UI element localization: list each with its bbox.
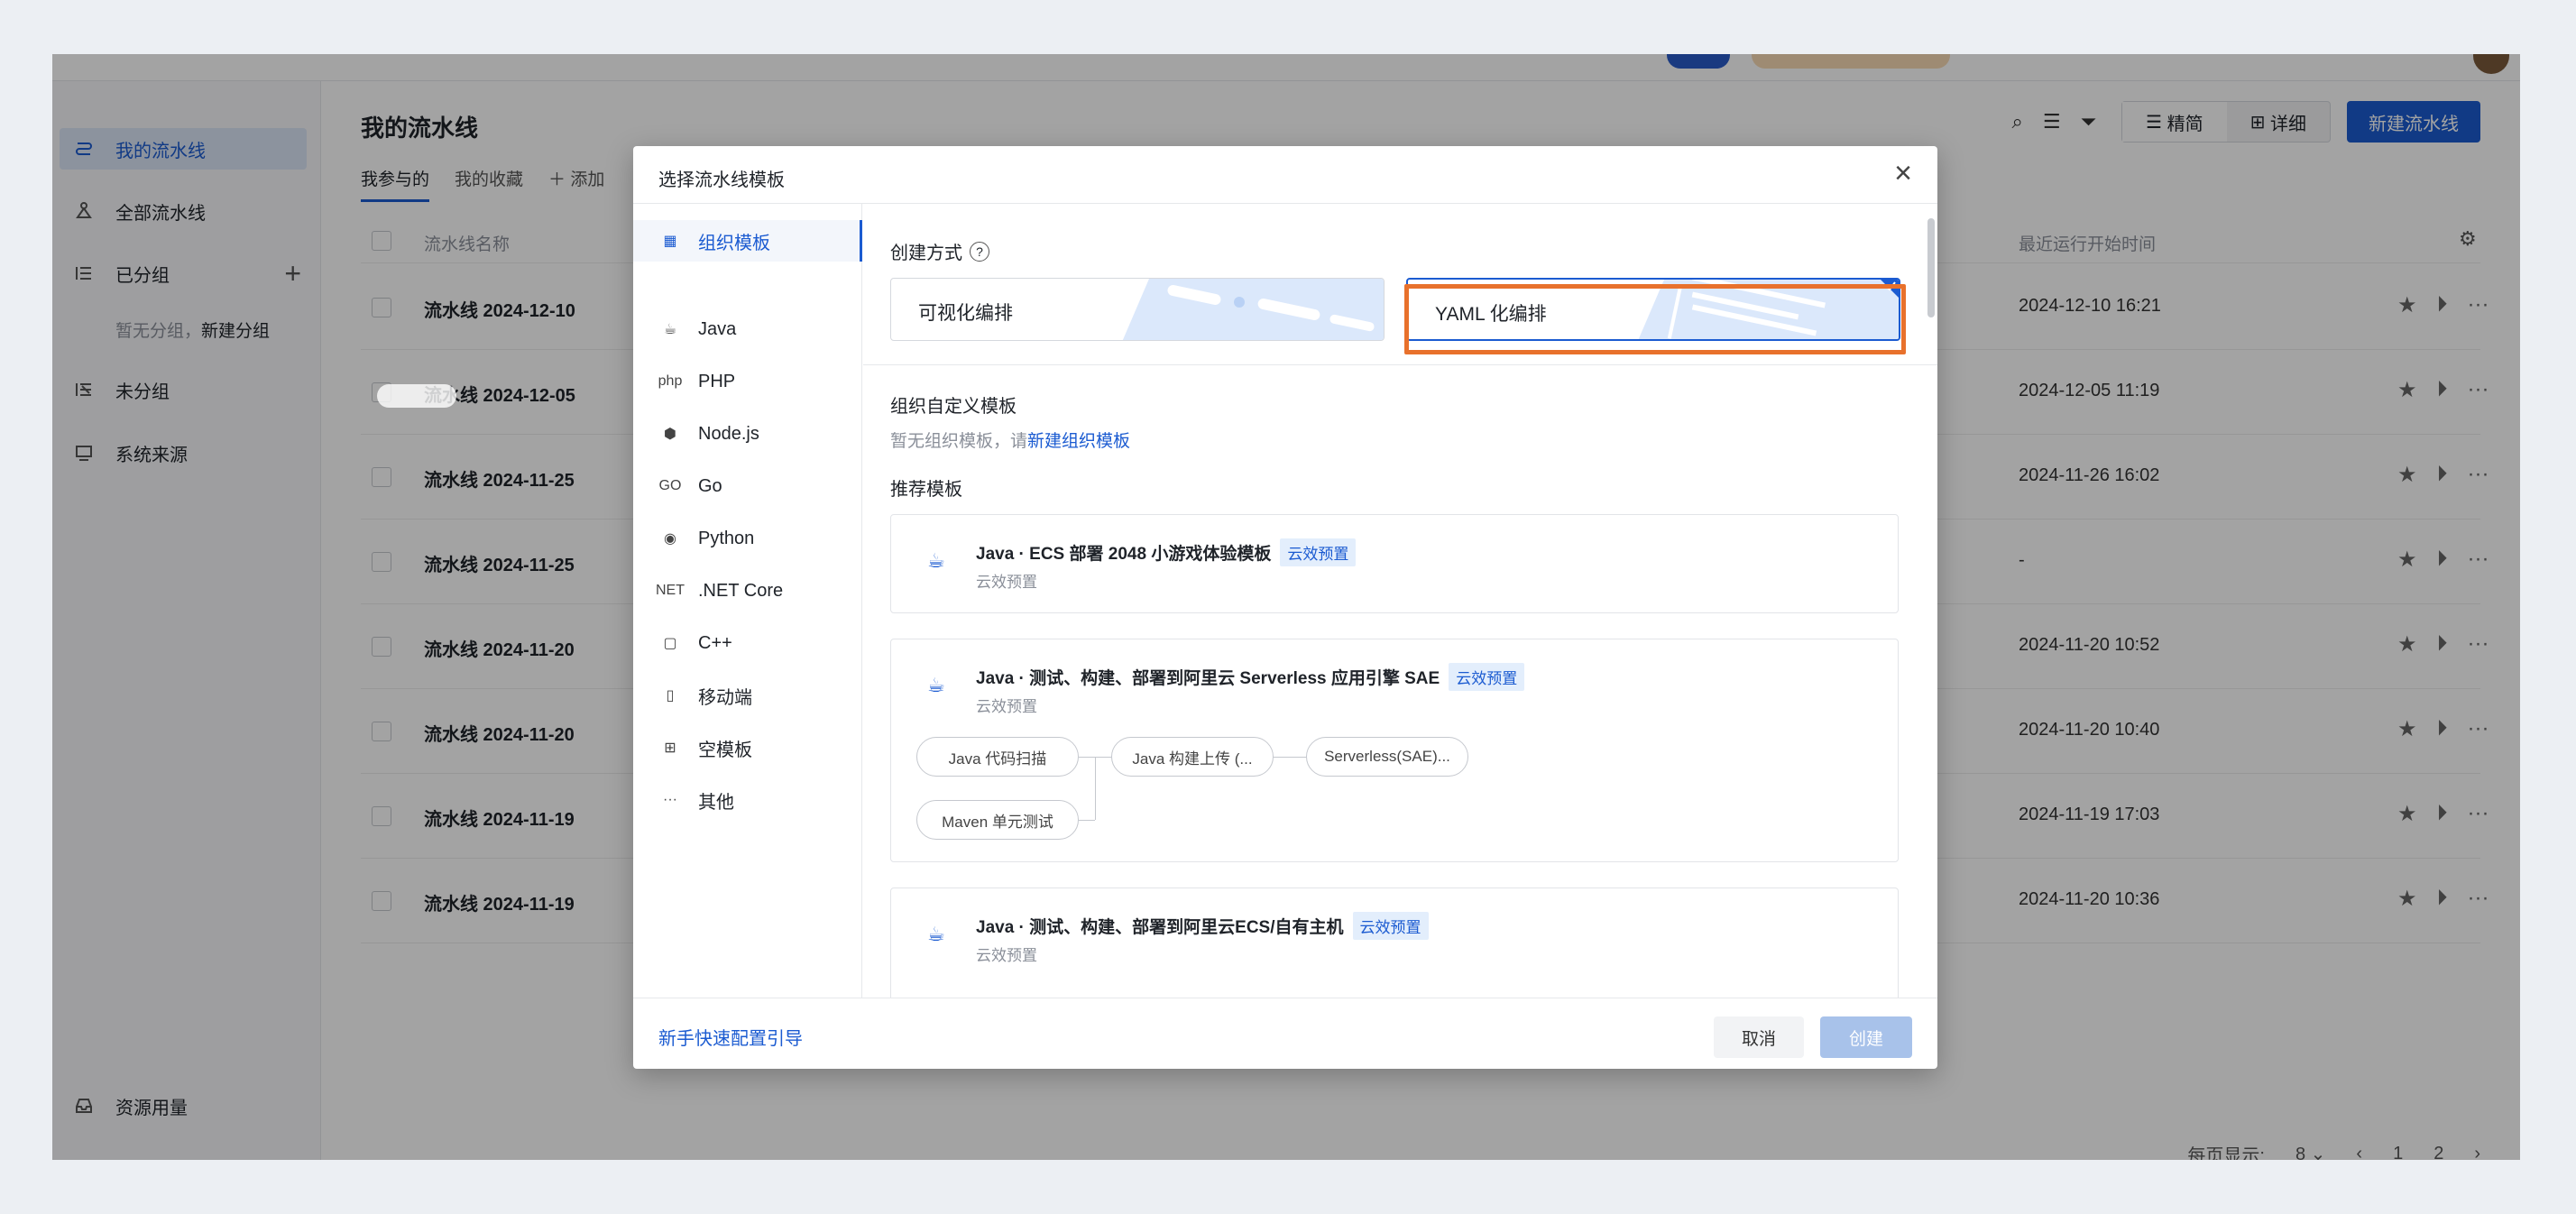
java-icon: ☕ <box>927 549 945 572</box>
create-button[interactable]: 创建 <box>1820 1016 1912 1058</box>
recommended-section: 推荐模板 <box>890 480 962 500</box>
mobile-icon: ▯ <box>666 688 675 704</box>
php-icon: php <box>658 373 683 389</box>
pipeline-step: Java 构建上传 (... <box>1111 737 1274 777</box>
quick-guide-link[interactable]: 新手快速配置引导 <box>658 1024 803 1050</box>
category-label: Java <box>698 318 737 339</box>
tooltip-pill <box>377 384 456 408</box>
mode-yaml-label: YAML 化编排 <box>1435 304 1547 325</box>
template-card[interactable]: ☕ Java · 测试、构建、部署到阿里云 Serverless 应用引擎 SA… <box>890 639 1899 862</box>
pipeline-step: Java 代码扫描 <box>916 737 1079 777</box>
category-label: Node.js <box>698 423 759 444</box>
category-dotnet[interactable]: NET .NET Core <box>633 570 862 612</box>
blank-template-icon: ⊞ <box>664 740 676 756</box>
template-title: Java · 测试、构建、部署到阿里云ECS/自有主机 <box>976 918 1344 937</box>
category-label: 其他 <box>698 792 734 813</box>
category-go[interactable]: GO Go <box>633 465 862 507</box>
category-grid[interactable]: ▦ 组织模板 <box>633 220 862 262</box>
template-card[interactable]: ☕ Java · ECS 部署 2048 小游戏体验模板 云效预置 云效预置 <box>890 514 1899 613</box>
app-window: 我的流水线 全部流水线 已分组 + 暂无分组，新建分组 未分组 系统来源 资源用… <box>52 54 2520 1160</box>
template-subtitle: 云效预置 <box>976 574 1037 591</box>
scrollbar-thumb[interactable] <box>1927 218 1935 317</box>
template-title: Java · ECS 部署 2048 小游戏体验模板 <box>976 545 1272 564</box>
template-subtitle: 云效预置 <box>976 947 1037 964</box>
modal-footer: 新手快速配置引导 取消 创建 <box>633 998 1937 1069</box>
divider <box>863 364 1937 365</box>
category-python[interactable]: ◉ Python <box>633 518 862 559</box>
template-card[interactable]: ☕ Java · 测试、构建、部署到阿里云ECS/自有主机 云效预置 云效预置 <box>890 888 1899 998</box>
template-subtitle: 云效预置 <box>976 698 1037 715</box>
more-icon: ··· <box>663 792 677 807</box>
go-icon: GO <box>658 478 682 493</box>
category-java[interactable]: ☕ Java <box>633 308 862 350</box>
category-php[interactable]: php PHP <box>633 361 862 402</box>
dotnet-icon: NET <box>656 583 685 598</box>
help-icon[interactable]: ? <box>970 241 989 262</box>
category-mobile[interactable]: ▯ 移动端 <box>633 675 862 716</box>
category-label: PHP <box>698 371 736 391</box>
pipeline-step: Maven 单元测试 <box>916 800 1079 840</box>
category-blank-template[interactable]: ⊞ 空模板 <box>633 727 862 768</box>
cpp-icon: ▢ <box>663 636 677 651</box>
step-connector <box>1274 757 1306 758</box>
category-label: C++ <box>698 632 732 653</box>
new-org-template-link[interactable]: 新建组织模板 <box>1027 432 1130 451</box>
cancel-button[interactable]: 取消 <box>1714 1016 1804 1058</box>
custom-template-section: 组织自定义模板 <box>890 397 1017 417</box>
java-icon: ☕ <box>927 923 945 945</box>
category-cpp[interactable]: ▢ C++ <box>633 622 862 664</box>
template-title: Java · 测试、构建、部署到阿里云 Serverless 应用引擎 SAE <box>976 669 1440 688</box>
modal-header: 选择流水线模板 × <box>633 146 1937 204</box>
custom-template-note: 暂无组织模板，请新建组织模板 <box>890 432 1131 451</box>
template-category-list: ▦ 组织模板 ☕ Java php PHP ⬢ Node.js GO Go ◉ Python NET .N… <box>633 204 862 998</box>
modal-title: 选择流水线模板 <box>658 170 785 190</box>
visual-illustration <box>1122 279 1384 340</box>
close-icon[interactable]: × <box>1894 157 1912 189</box>
step-connector <box>1095 757 1096 820</box>
template-tag: 云效预置 <box>1280 538 1357 566</box>
mode-visual-label: 可视化编排 <box>918 303 1013 324</box>
category-label: 移动端 <box>698 687 752 708</box>
category-more[interactable]: ··· 其他 <box>633 779 862 821</box>
category-label: 组织模板 <box>698 233 770 253</box>
category-label: Python <box>698 528 755 548</box>
step-connector <box>1079 820 1095 821</box>
java-icon: ☕ <box>663 322 677 337</box>
nodejs-icon: ⬢ <box>664 427 676 442</box>
template-tag: 云效预置 <box>1449 663 1525 691</box>
create-mode-label: 创建方式 ? <box>890 238 989 264</box>
mode-visual-card[interactable]: 可视化编排 <box>890 278 1385 341</box>
category-label: .NET Core <box>698 580 784 601</box>
grid-icon: ▦ <box>663 234 677 249</box>
java-icon: ☕ <box>927 674 945 696</box>
category-label: Go <box>698 475 722 496</box>
pipeline-step: Serverless(SAE)... <box>1306 737 1468 777</box>
modal-scrollbar[interactable] <box>1925 204 1937 998</box>
template-tag: 云效预置 <box>1352 912 1429 940</box>
category-label: 空模板 <box>698 740 752 760</box>
category-nodejs[interactable]: ⬢ Node.js <box>633 413 862 455</box>
python-icon: ◉ <box>664 531 676 547</box>
